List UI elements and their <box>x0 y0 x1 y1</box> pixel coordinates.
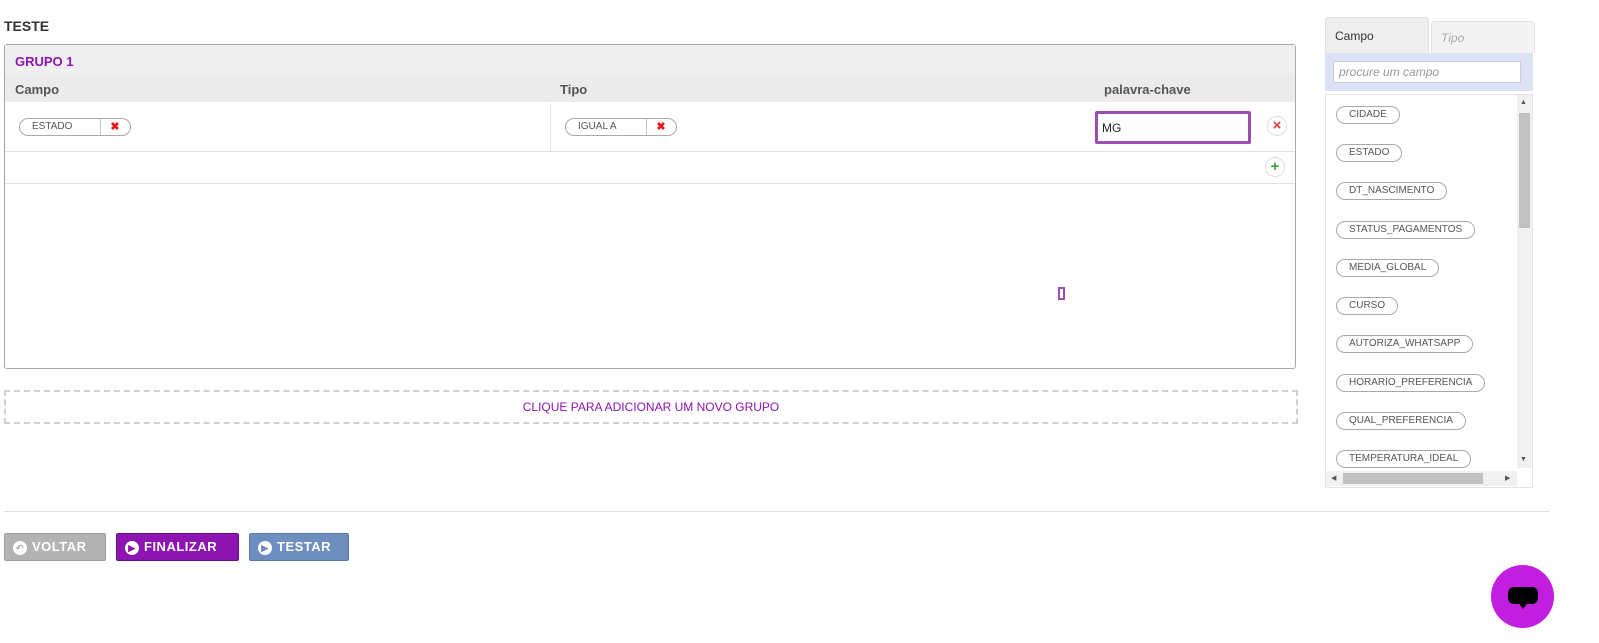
column-tipo: Tipo <box>560 82 588 97</box>
page-title: TESTE <box>4 18 50 34</box>
play-icon: ▶ <box>258 541 272 555</box>
tab-campo[interactable]: Campo <box>1325 17 1429 53</box>
add-row-bar: + <box>5 152 1295 184</box>
field-search-input[interactable] <box>1333 61 1521 83</box>
add-row-button[interactable]: + <box>1265 157 1285 177</box>
scroll-right-icon[interactable]: ▶ <box>1505 474 1510 482</box>
horizontal-scroll-thumb[interactable] <box>1343 473 1483 484</box>
field-pill-label: ESTADO <box>32 121 73 132</box>
field-item[interactable]: HORARIO_PREFERENCIA <box>1336 374 1486 392</box>
close-icon: × <box>1272 117 1282 134</box>
column-header-row: Campo Tipo palavra-chave <box>5 75 1295 102</box>
test-button-label: TESTAR <box>277 539 332 554</box>
back-arrow-icon: ↶ <box>13 541 27 555</box>
field-item[interactable]: QUAL_PREFERENCIA <box>1336 412 1466 430</box>
play-icon: ▶ <box>125 541 139 555</box>
finish-button[interactable]: ▶ FINALIZAR <box>116 533 239 561</box>
field-search-bar <box>1325 53 1533 91</box>
type-pill-label: IGUAL A <box>578 121 617 132</box>
condition-row: ESTADO ✖ IGUAL A ✖ × <box>5 103 1295 152</box>
field-item[interactable]: DT_NASCIMENTO <box>1336 182 1448 200</box>
field-item[interactable]: CIDADE <box>1336 106 1400 124</box>
vertical-scroll-thumb[interactable] <box>1519 113 1530 228</box>
field-item[interactable]: ESTADO <box>1336 144 1403 162</box>
add-group-button[interactable]: CLIQUE PARA ADICIONAR UM NOVO GRUPO <box>4 390 1298 424</box>
field-item[interactable]: TEMPERATURA_IDEAL <box>1336 450 1472 468</box>
cursor-marker <box>1058 287 1065 300</box>
field-item[interactable]: AUTORIZA_WHATSAPP <box>1336 335 1474 353</box>
column-divider <box>550 103 551 151</box>
chat-button[interactable] <box>1491 565 1554 628</box>
column-palavra-chave: palavra-chave <box>1104 82 1191 97</box>
remove-field-icon[interactable]: ✖ <box>101 119 129 135</box>
scroll-up-icon[interactable]: ▲ <box>1520 99 1527 106</box>
field-item[interactable]: STATUS_PAGAMENTOS <box>1336 221 1476 239</box>
field-item[interactable]: CURSO <box>1336 297 1399 315</box>
field-item[interactable]: MEDIA_GLOBAL <box>1336 259 1440 277</box>
remove-type-icon[interactable]: ✖ <box>647 119 675 135</box>
vertical-scrollbar[interactable]: ▲ ▼ <box>1517 95 1532 468</box>
field-list: CIDADE ESTADO DT_NASCIMENTO STATUS_PAGAM… <box>1325 94 1533 488</box>
remove-row-button[interactable]: × <box>1267 116 1287 136</box>
side-tabs: Campo Tipo <box>1325 17 1535 53</box>
plus-icon: + <box>1270 158 1280 175</box>
tab-tipo[interactable]: Tipo <box>1431 21 1535 53</box>
test-button[interactable]: ▶ TESTAR <box>249 533 349 561</box>
scroll-left-icon[interactable]: ◀ <box>1331 474 1336 482</box>
filter-group: GRUPO 1 Campo Tipo palavra-chave ESTADO … <box>4 44 1296 369</box>
back-button[interactable]: ↶ VOLTAR <box>4 533 106 561</box>
type-pill[interactable]: IGUAL A ✖ <box>565 118 677 136</box>
group-header <box>5 45 1295 76</box>
back-button-label: VOLTAR <box>32 539 87 554</box>
horizontal-scrollbar[interactable]: ◀ ▶ <box>1326 471 1517 486</box>
scroll-down-icon[interactable]: ▼ <box>1520 456 1527 463</box>
column-campo: Campo <box>15 82 60 97</box>
field-pill[interactable]: ESTADO ✖ <box>19 118 131 136</box>
keyword-input[interactable] <box>1095 111 1251 144</box>
footer-divider <box>4 511 1550 512</box>
finish-button-label: FINALIZAR <box>144 539 218 554</box>
group-title: GRUPO 1 <box>15 54 74 69</box>
chat-icon-tail <box>1518 602 1528 609</box>
